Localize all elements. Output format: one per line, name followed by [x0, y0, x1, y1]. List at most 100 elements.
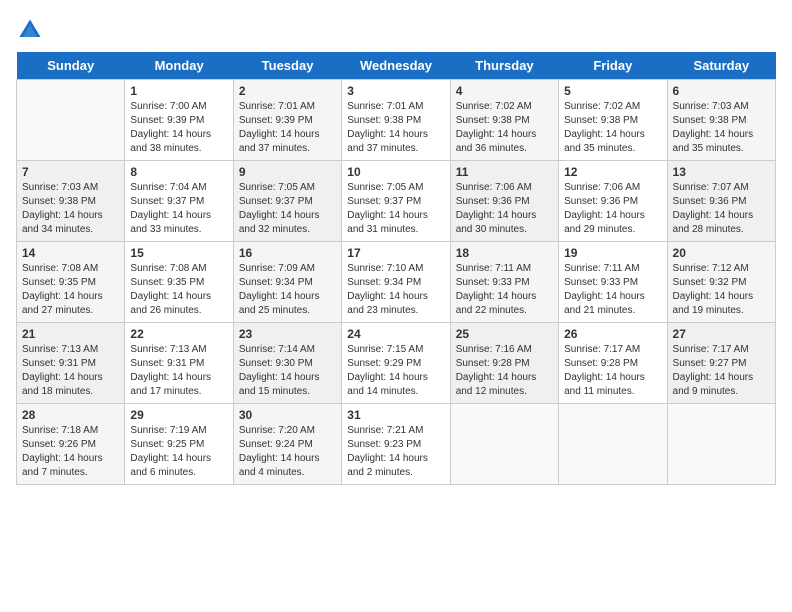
day-info: Sunrise: 7:13 AMSunset: 9:31 PMDaylight:… — [22, 343, 119, 399]
day-number: 25 — [456, 327, 553, 341]
calendar-cell — [450, 404, 558, 485]
calendar-cell: 1 Sunrise: 7:00 AMSunset: 9:39 PMDaylight… — [125, 80, 233, 161]
calendar-cell: 10 Sunrise: 7:05 AMSunset: 9:37 PMDayligh… — [342, 161, 450, 242]
day-number: 14 — [22, 246, 119, 260]
weekday-header-friday: Friday — [559, 52, 667, 80]
day-info: Sunrise: 7:01 AMSunset: 9:38 PMDaylight:… — [347, 100, 444, 156]
calendar-cell: 16 Sunrise: 7:09 AMSunset: 9:34 PMDayligh… — [233, 242, 341, 323]
day-info: Sunrise: 7:00 AMSunset: 9:39 PMDaylight:… — [130, 100, 227, 156]
day-info: Sunrise: 7:20 AMSunset: 9:24 PMDaylight:… — [239, 424, 336, 480]
calendar-cell: 26 Sunrise: 7:17 AMSunset: 9:28 PMDayligh… — [559, 323, 667, 404]
day-info: Sunrise: 7:09 AMSunset: 9:34 PMDaylight:… — [239, 262, 336, 318]
day-number: 12 — [564, 165, 661, 179]
day-info: Sunrise: 7:01 AMSunset: 9:39 PMDaylight:… — [239, 100, 336, 156]
day-number: 19 — [564, 246, 661, 260]
calendar-cell: 23 Sunrise: 7:14 AMSunset: 9:30 PMDayligh… — [233, 323, 341, 404]
page-header — [16, 16, 776, 44]
day-number: 16 — [239, 246, 336, 260]
week-row-2: 7 Sunrise: 7:03 AMSunset: 9:38 PMDaylight… — [17, 161, 776, 242]
week-row-4: 21 Sunrise: 7:13 AMSunset: 9:31 PMDayligh… — [17, 323, 776, 404]
day-number: 30 — [239, 408, 336, 422]
day-info: Sunrise: 7:02 AMSunset: 9:38 PMDaylight:… — [564, 100, 661, 156]
calendar-cell: 22 Sunrise: 7:13 AMSunset: 9:31 PMDayligh… — [125, 323, 233, 404]
logo — [16, 16, 48, 44]
calendar-cell — [17, 80, 125, 161]
calendar-cell: 11 Sunrise: 7:06 AMSunset: 9:36 PMDayligh… — [450, 161, 558, 242]
day-info: Sunrise: 7:18 AMSunset: 9:26 PMDaylight:… — [22, 424, 119, 480]
day-info: Sunrise: 7:05 AMSunset: 9:37 PMDaylight:… — [347, 181, 444, 237]
week-row-1: 1 Sunrise: 7:00 AMSunset: 9:39 PMDaylight… — [17, 80, 776, 161]
calendar-cell: 21 Sunrise: 7:13 AMSunset: 9:31 PMDayligh… — [17, 323, 125, 404]
day-info: Sunrise: 7:11 AMSunset: 9:33 PMDaylight:… — [564, 262, 661, 318]
weekday-header-monday: Monday — [125, 52, 233, 80]
weekday-header-saturday: Saturday — [667, 52, 775, 80]
day-info: Sunrise: 7:14 AMSunset: 9:30 PMDaylight:… — [239, 343, 336, 399]
day-number: 23 — [239, 327, 336, 341]
day-number: 17 — [347, 246, 444, 260]
day-number: 21 — [22, 327, 119, 341]
day-info: Sunrise: 7:08 AMSunset: 9:35 PMDaylight:… — [22, 262, 119, 318]
day-number: 5 — [564, 84, 661, 98]
calendar-cell: 2 Sunrise: 7:01 AMSunset: 9:39 PMDaylight… — [233, 80, 341, 161]
day-number: 24 — [347, 327, 444, 341]
day-info: Sunrise: 7:03 AMSunset: 9:38 PMDaylight:… — [673, 100, 770, 156]
day-info: Sunrise: 7:04 AMSunset: 9:37 PMDaylight:… — [130, 181, 227, 237]
day-info: Sunrise: 7:07 AMSunset: 9:36 PMDaylight:… — [673, 181, 770, 237]
day-number: 6 — [673, 84, 770, 98]
calendar-cell: 24Sunrise: 7:15 AMSunset: 9:29 PMDayligh… — [342, 323, 450, 404]
day-number: 1 — [130, 84, 227, 98]
day-number: 29 — [130, 408, 227, 422]
day-info: Sunrise: 7:13 AMSunset: 9:31 PMDaylight:… — [130, 343, 227, 399]
weekday-header-tuesday: Tuesday — [233, 52, 341, 80]
day-number: 3 — [347, 84, 444, 98]
day-number: 26 — [564, 327, 661, 341]
week-row-3: 14 Sunrise: 7:08 AMSunset: 9:35 PMDayligh… — [17, 242, 776, 323]
day-info: Sunrise: 7:16 AMSunset: 9:28 PMDaylight:… — [456, 343, 553, 399]
calendar-cell: 29 Sunrise: 7:19 AMSunset: 9:25 PMDayligh… — [125, 404, 233, 485]
day-number: 8 — [130, 165, 227, 179]
calendar-cell: 7 Sunrise: 7:03 AMSunset: 9:38 PMDaylight… — [17, 161, 125, 242]
day-number: 9 — [239, 165, 336, 179]
day-number: 2 — [239, 84, 336, 98]
calendar-cell: 8 Sunrise: 7:04 AMSunset: 9:37 PMDaylight… — [125, 161, 233, 242]
calendar-cell — [559, 404, 667, 485]
day-info: Sunrise: 7:03 AMSunset: 9:38 PMDaylight:… — [22, 181, 119, 237]
day-number: 11 — [456, 165, 553, 179]
calendar-cell: 31Sunrise: 7:21 AMSunset: 9:23 PMDayligh… — [342, 404, 450, 485]
calendar-cell: 14 Sunrise: 7:08 AMSunset: 9:35 PMDayligh… — [17, 242, 125, 323]
day-info: Sunrise: 7:19 AMSunset: 9:25 PMDaylight:… — [130, 424, 227, 480]
calendar-cell: 19 Sunrise: 7:11 AMSunset: 9:33 PMDayligh… — [559, 242, 667, 323]
calendar-cell: 17 Sunrise: 7:10 AMSunset: 9:34 PMDayligh… — [342, 242, 450, 323]
day-info: Sunrise: 7:05 AMSunset: 9:37 PMDaylight:… — [239, 181, 336, 237]
day-info: Sunrise: 7:08 AMSunset: 9:35 PMDaylight:… — [130, 262, 227, 318]
day-number: 20 — [673, 246, 770, 260]
calendar-cell: 25 Sunrise: 7:16 AMSunset: 9:28 PMDayligh… — [450, 323, 558, 404]
day-info: Sunrise: 7:11 AMSunset: 9:33 PMDaylight:… — [456, 262, 553, 318]
day-number: 7 — [22, 165, 119, 179]
calendar-cell: 15 Sunrise: 7:08 AMSunset: 9:35 PMDayligh… — [125, 242, 233, 323]
calendar-cell: 9 Sunrise: 7:05 AMSunset: 9:37 PMDaylight… — [233, 161, 341, 242]
calendar-cell — [667, 404, 775, 485]
day-number: 4 — [456, 84, 553, 98]
day-number: 10 — [347, 165, 444, 179]
day-info: Sunrise: 7:12 AMSunset: 9:32 PMDaylight:… — [673, 262, 770, 318]
calendar-cell: 5 Sunrise: 7:02 AMSunset: 9:38 PMDaylight… — [559, 80, 667, 161]
day-info: Sunrise: 7:02 AMSunset: 9:38 PMDaylight:… — [456, 100, 553, 156]
weekday-header-wednesday: Wednesday — [342, 52, 450, 80]
logo-icon — [16, 16, 44, 44]
day-number: 22 — [130, 327, 227, 341]
day-number: 15 — [130, 246, 227, 260]
calendar-cell: 6 Sunrise: 7:03 AMSunset: 9:38 PMDaylight… — [667, 80, 775, 161]
calendar-cell: 3 Sunrise: 7:01 AMSunset: 9:38 PMDaylight… — [342, 80, 450, 161]
calendar-cell: 12 Sunrise: 7:06 AMSunset: 9:36 PMDayligh… — [559, 161, 667, 242]
weekday-header-sunday: Sunday — [17, 52, 125, 80]
day-number: 13 — [673, 165, 770, 179]
day-number: 27 — [673, 327, 770, 341]
day-info: Sunrise: 7:06 AMSunset: 9:36 PMDaylight:… — [456, 181, 553, 237]
day-info: Sunrise: 7:10 AMSunset: 9:34 PMDaylight:… — [347, 262, 444, 318]
day-info: Sunrise: 7:06 AMSunset: 9:36 PMDaylight:… — [564, 181, 661, 237]
weekday-header-thursday: Thursday — [450, 52, 558, 80]
day-info: Sunrise: 7:17 AMSunset: 9:28 PMDaylight:… — [564, 343, 661, 399]
day-info: Sunrise: 7:17 AMSunset: 9:27 PMDaylight:… — [673, 343, 770, 399]
day-number: 31 — [347, 408, 444, 422]
